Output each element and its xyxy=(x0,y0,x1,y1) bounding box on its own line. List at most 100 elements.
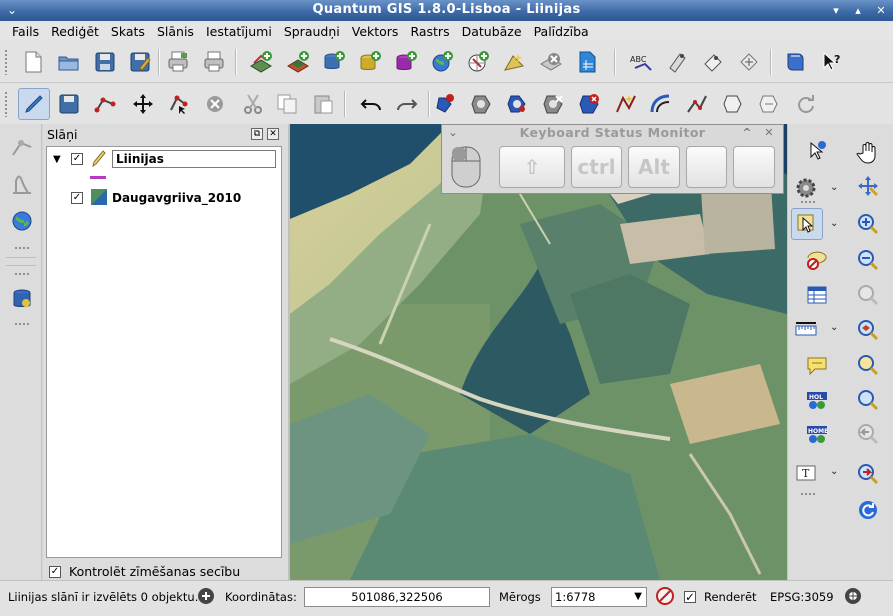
split-features-icon[interactable] xyxy=(684,91,710,117)
open-project-icon[interactable] xyxy=(56,49,82,75)
menu-vektors[interactable]: Vektors xyxy=(346,24,405,39)
bookmarks-icon[interactable]: HOME xyxy=(803,420,831,448)
save-project-icon[interactable] xyxy=(92,49,118,75)
toolbar-grip[interactable] xyxy=(800,200,816,204)
plugin-b-icon[interactable] xyxy=(700,49,726,75)
identify-icon[interactable] xyxy=(803,138,831,166)
zoom-layer-icon[interactable] xyxy=(854,316,882,344)
toolbar-grip[interactable] xyxy=(14,272,30,276)
dropdown-arrow-icon[interactable]: ⌄ xyxy=(830,466,838,477)
add-postgis-layer-icon[interactable] xyxy=(321,49,347,75)
float-panel-icon[interactable]: ⧉ xyxy=(251,128,263,140)
cut-features-icon[interactable] xyxy=(240,91,266,117)
ksm-close-icon[interactable]: ✕ xyxy=(762,126,776,140)
zoom-pan-icon[interactable] xyxy=(854,172,882,200)
expand-arrow-icon[interactable]: ▼ xyxy=(53,154,65,165)
ksm-collapse-icon[interactable]: ^ xyxy=(740,126,754,140)
delete-ring-icon[interactable] xyxy=(540,91,566,117)
reshape-features-icon[interactable] xyxy=(612,91,638,117)
close-panel-icon[interactable]: ✕ xyxy=(267,128,279,140)
render-checkbox[interactable]: ✓ xyxy=(684,591,696,603)
layer-visibility-checkbox[interactable]: ✓ xyxy=(71,192,83,204)
toolbar-grip[interactable] xyxy=(14,246,30,250)
add-vector-layer-icon[interactable] xyxy=(248,49,274,75)
zoom-native-icon[interactable] xyxy=(854,386,882,414)
raster-histogram-icon[interactable] xyxy=(9,172,35,198)
crs-projection-icon[interactable] xyxy=(843,586,863,609)
toolbar-grip[interactable] xyxy=(4,49,8,75)
menu-spraudni[interactable]: Spraudņi xyxy=(278,24,346,39)
menu-datubaze[interactable]: Datubāze xyxy=(456,24,528,39)
control-rendering-order-checkbox[interactable]: ✓ xyxy=(49,565,61,578)
new-shapefile-icon[interactable] xyxy=(501,49,527,75)
copy-features-icon[interactable] xyxy=(274,91,300,117)
toolbar-grip[interactable] xyxy=(14,322,30,326)
node-tool-icon[interactable] xyxy=(166,91,192,117)
add-delimited-text-icon[interactable] xyxy=(574,49,600,75)
merge-features-icon[interactable] xyxy=(720,91,746,117)
plugin-a-icon[interactable] xyxy=(664,49,690,75)
menu-fails[interactable]: Fails xyxy=(6,24,45,39)
georeferencer-icon[interactable] xyxy=(9,136,35,162)
control-rendering-order[interactable]: ✓ Kontrolēt zīmēšanas secību xyxy=(49,564,240,579)
scale-dropdown-arrow-icon[interactable]: ▼ xyxy=(634,588,642,606)
print-composer-icon[interactable] xyxy=(165,49,191,75)
db-manager-icon[interactable] xyxy=(9,286,35,312)
coordinate-toggle-icon[interactable] xyxy=(196,586,216,609)
menu-rastrs[interactable]: Rastrs xyxy=(404,24,455,39)
deselect-icon[interactable] xyxy=(803,246,831,274)
add-spatialite-layer-icon[interactable] xyxy=(357,49,383,75)
help-book-icon[interactable] xyxy=(783,49,809,75)
attribute-table-icon[interactable] xyxy=(803,281,831,309)
dropdown-arrow-icon[interactable]: ⌄ xyxy=(830,182,838,193)
minimize-icon[interactable]: ▾ xyxy=(828,3,844,18)
zoom-full-icon[interactable] xyxy=(854,281,882,309)
earth-plugin-icon[interactable] xyxy=(9,208,35,234)
add-wfs-layer-icon[interactable] xyxy=(465,49,491,75)
delete-selected-icon[interactable] xyxy=(202,91,228,117)
menu-iestatijumi[interactable]: Iestatījumi xyxy=(200,24,278,39)
bookmark-new-icon[interactable]: HOL xyxy=(803,386,831,414)
maximize-icon[interactable]: ▴ xyxy=(850,3,866,18)
map-tips-icon[interactable] xyxy=(803,351,831,379)
delete-part-icon[interactable] xyxy=(576,91,602,117)
save-edits-icon[interactable] xyxy=(56,91,82,117)
menu-slanis[interactable]: Slānis xyxy=(151,24,200,39)
toggle-editing-icon[interactable] xyxy=(18,88,50,120)
layer-item-liinijas[interactable]: ▼ ✓ Liinijas xyxy=(53,148,276,170)
add-ring-icon[interactable] xyxy=(468,91,494,117)
pan-icon[interactable] xyxy=(854,138,882,166)
add-feature-icon[interactable] xyxy=(92,91,118,117)
text-annotation-icon[interactable]: T xyxy=(792,460,820,488)
add-mssql-layer-icon[interactable] xyxy=(393,49,419,75)
layer-name-edit[interactable]: Liinijas xyxy=(112,150,276,168)
refresh-icon[interactable] xyxy=(854,496,882,524)
scale-combobox[interactable]: 1:6778 ▼ xyxy=(551,587,647,607)
add-part-icon[interactable] xyxy=(504,91,530,117)
save-as-icon[interactable] xyxy=(127,49,153,75)
zoom-out-icon[interactable] xyxy=(854,246,882,274)
stop-render-icon[interactable] xyxy=(655,586,675,609)
zoom-in-icon[interactable] xyxy=(854,210,882,238)
close-icon[interactable]: ✕ xyxy=(873,3,889,18)
offset-curve-icon[interactable] xyxy=(648,91,674,117)
zoom-next-icon[interactable] xyxy=(854,460,882,488)
move-feature-icon[interactable] xyxy=(130,91,156,117)
merge-attributes-icon[interactable] xyxy=(756,91,782,117)
spell-label-icon[interactable]: ABC xyxy=(628,49,654,75)
select-feature-icon[interactable] xyxy=(791,208,823,240)
paste-features-icon[interactable] xyxy=(310,91,336,117)
remove-layer-icon[interactable] xyxy=(538,49,564,75)
layer-item-daugavgriiva[interactable]: ✓ Daugavgriiva_2010 xyxy=(71,187,241,209)
redo-icon[interactable] xyxy=(394,91,420,117)
menu-skats[interactable]: Skats xyxy=(105,24,151,39)
plugin-c-icon[interactable] xyxy=(736,49,762,75)
simplify-feature-icon[interactable] xyxy=(432,91,458,117)
print-icon[interactable] xyxy=(201,49,227,75)
zoom-last-icon[interactable] xyxy=(854,420,882,448)
new-project-icon[interactable] xyxy=(20,49,46,75)
toolbar-grip[interactable] xyxy=(4,91,8,117)
rotate-point-symbols-icon[interactable] xyxy=(792,91,818,117)
undo-icon[interactable] xyxy=(358,91,384,117)
menu-rediget[interactable]: Rediģēt xyxy=(45,24,105,39)
